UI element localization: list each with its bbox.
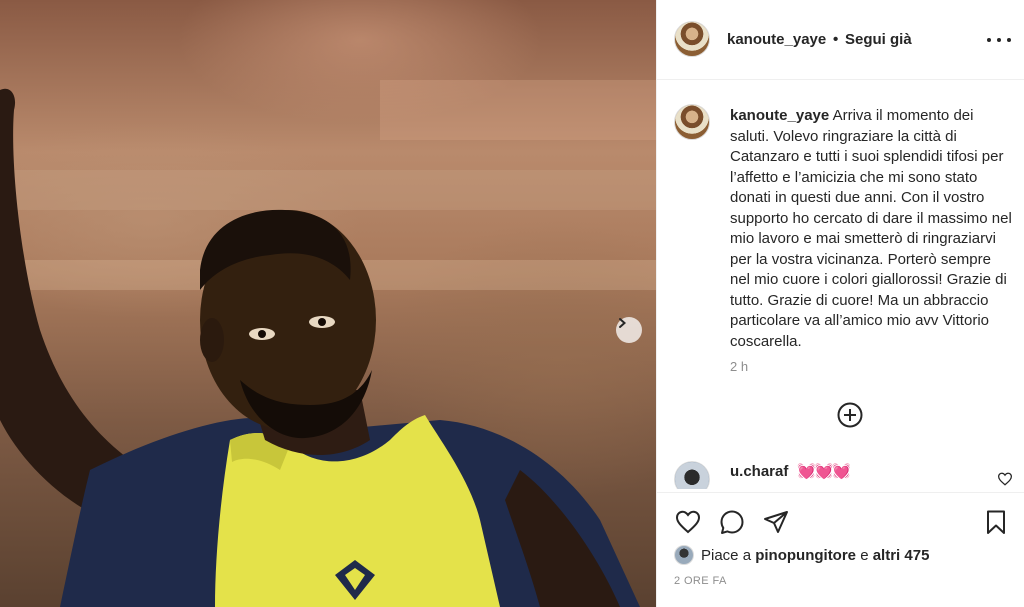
- likes-prefix: Piace a: [701, 546, 752, 564]
- liker-avatar[interactable]: [674, 545, 694, 565]
- share-button[interactable]: [762, 508, 790, 536]
- load-more-comments-button[interactable]: [836, 401, 864, 429]
- comment-username[interactable]: u.charaf: [730, 463, 788, 480]
- more-options-icon[interactable]: [987, 30, 1011, 50]
- author-username[interactable]: kanoute_yaye: [727, 31, 826, 48]
- likes-joiner: e: [860, 546, 869, 564]
- post-photo: [0, 0, 656, 607]
- comment-like-button[interactable]: [997, 472, 1013, 486]
- post-caption: kanoute_yaye Arriva il momento dei salut…: [730, 106, 1015, 352]
- author-avatar[interactable]: [674, 21, 710, 57]
- follow-status-button[interactable]: Segui già: [845, 31, 912, 48]
- heart-icon: [675, 510, 701, 534]
- caption-text: Arriva il momento dei saluti. Volevo rin…: [730, 107, 1012, 350]
- post-sidebar: kanoute_yaye • Segui già kanoute_yaye Ar…: [656, 0, 1024, 607]
- comment-text: 💓💓💓: [797, 463, 851, 480]
- comment-button[interactable]: [718, 508, 746, 536]
- likes-others-link[interactable]: altri 475: [873, 547, 930, 564]
- likes-summary: Piace a pinopungitore e altri 475: [674, 544, 929, 566]
- comment-icon: [720, 510, 744, 534]
- plus-circle-icon: [837, 402, 863, 428]
- player-illustration: [0, 80, 656, 607]
- liker-username[interactable]: pinopungitore: [755, 547, 856, 564]
- separator-dot: •: [833, 31, 839, 48]
- caption-avatar[interactable]: [674, 104, 710, 140]
- share-icon: [764, 511, 788, 533]
- caption-time: 2 h: [730, 359, 749, 374]
- chevron-right-icon: [619, 318, 627, 328]
- post-actions-bar: Piace a pinopungitore e altri 475 2 ORE …: [657, 492, 1024, 607]
- comment-avatar[interactable]: [674, 461, 710, 489]
- bookmark-icon: [987, 510, 1005, 534]
- post-timestamp[interactable]: 2 ORE FA: [674, 575, 727, 587]
- caption-username[interactable]: kanoute_yaye: [730, 107, 829, 124]
- heart-icon: [997, 472, 1013, 486]
- save-button[interactable]: [982, 508, 1010, 536]
- carousel-next-button[interactable]: [616, 317, 642, 343]
- post-header: kanoute_yaye • Segui già: [657, 0, 1024, 80]
- like-button[interactable]: [674, 508, 702, 536]
